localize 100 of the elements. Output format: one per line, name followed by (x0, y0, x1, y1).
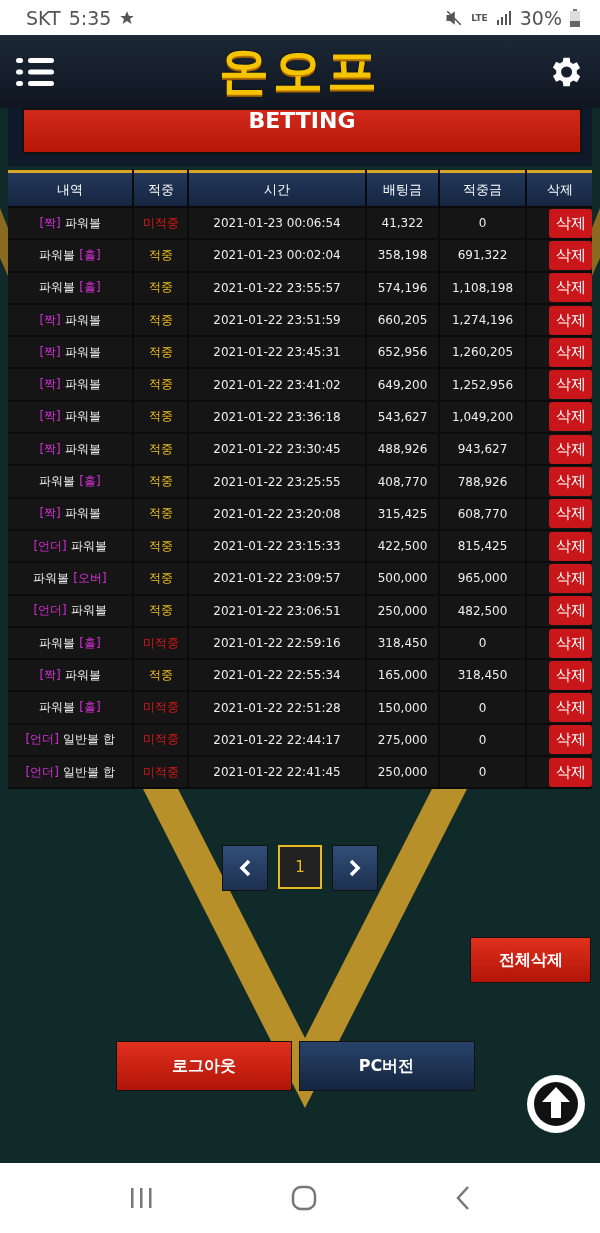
bet-amount-cell: 150,000 (367, 692, 438, 723)
betting-banner[interactable]: BETTING (22, 108, 582, 154)
history-cell: [언더] 파워볼 (8, 595, 132, 626)
payout-cell: 1,252,956 (440, 369, 525, 400)
result-cell: 적중 (134, 530, 187, 562)
time-cell: 2021-01-22 22:44:17 (189, 724, 365, 756)
time-cell: 2021-01-22 23:25:55 (189, 466, 365, 497)
home-icon[interactable] (291, 1185, 317, 1211)
previous-page-button[interactable] (222, 845, 268, 892)
history-cell: 파워볼 [오버] (8, 563, 132, 594)
result-cell: 적중 (134, 240, 187, 271)
payout-cell: 691,322 (440, 240, 525, 271)
time-cell: 2021-01-22 22:55:34 (189, 660, 365, 691)
result-cell: 적중 (134, 272, 187, 303)
result-cell: 적중 (134, 369, 187, 400)
time-cell: 2021-01-22 23:41:02 (189, 369, 365, 400)
payout-cell: 318,450 (440, 660, 525, 691)
carrier-label: SKT (26, 6, 61, 29)
payout-cell: 1,260,205 (440, 337, 525, 368)
result-cell: 적중 (134, 563, 187, 594)
history-cell: [짝] 파워볼 (8, 337, 132, 368)
battery-label: 30% (519, 6, 562, 29)
time-cell: 2021-01-22 23:06:51 (189, 595, 365, 626)
bet-amount-cell: 500,000 (367, 563, 438, 594)
delete-button[interactable]: 삭제 (549, 499, 592, 529)
history-cell: 파워볼 [홀] (8, 627, 132, 659)
delete-button[interactable]: 삭제 (549, 596, 592, 626)
result-cell: 적중 (134, 660, 187, 691)
column-header: 시간 (189, 170, 365, 206)
payout-cell: 0 (440, 627, 525, 659)
payout-cell: 608,770 (440, 498, 525, 529)
result-cell: 미적중 (134, 692, 187, 723)
history-cell: 파워볼 [홀] (8, 466, 132, 497)
mute-icon (445, 8, 464, 27)
delete-button[interactable]: 삭제 (549, 337, 592, 367)
history-cell: 파워볼 [홀] (8, 272, 132, 303)
delete-button[interactable]: 삭제 (549, 531, 592, 561)
delete-button[interactable]: 삭제 (549, 305, 592, 335)
payout-cell: 965,000 (440, 563, 525, 594)
bet-amount-cell: 250,000 (367, 595, 438, 626)
result-cell: 미적중 (134, 724, 187, 756)
battery-icon (570, 8, 580, 27)
delete-button[interactable]: 삭제 (549, 563, 592, 593)
history-cell: [언더] 일반볼 합 (8, 757, 132, 788)
recent-apps-icon[interactable] (129, 1187, 153, 1209)
bet-amount-cell: 315,425 (367, 498, 438, 529)
next-page-button[interactable] (332, 845, 378, 892)
delete-button[interactable]: 삭제 (549, 434, 592, 464)
bet-amount-cell: 422,500 (367, 530, 438, 562)
column-header: 삭제 (527, 170, 592, 206)
signal-icon (495, 9, 512, 26)
time-cell: 2021-01-22 22:51:28 (189, 692, 365, 723)
logout-button[interactable]: 로그아웃 (115, 1041, 292, 1092)
bet-amount-cell: 41,322 (367, 208, 438, 239)
delete-button[interactable]: 삭제 (549, 660, 592, 690)
bet-amount-cell: 250,000 (367, 757, 438, 788)
delete-button[interactable]: 삭제 (549, 240, 592, 270)
payout-cell: 0 (440, 724, 525, 756)
page-button[interactable]: 1 (278, 845, 322, 890)
menu-icon[interactable] (16, 56, 54, 87)
bet-amount-cell: 652,956 (367, 337, 438, 368)
delete-button[interactable]: 삭제 (549, 208, 592, 238)
delete-all-button[interactable]: 전체삭제 (470, 937, 591, 984)
delete-button[interactable]: 삭제 (549, 693, 592, 723)
time-cell: 2021-01-22 22:41:45 (189, 757, 365, 788)
payout-cell: 0 (440, 208, 525, 239)
network-label: LTE (471, 12, 488, 23)
history-cell: [언더] 일반볼 합 (8, 724, 132, 756)
delete-button[interactable]: 삭제 (549, 628, 592, 658)
time-cell: 2021-01-23 00:06:54 (189, 208, 365, 239)
time-cell: 2021-01-22 23:36:18 (189, 401, 365, 433)
delete-button[interactable]: 삭제 (549, 370, 592, 400)
history-cell: [짝] 파워볼 (8, 304, 132, 336)
result-cell: 적중 (134, 434, 187, 465)
payout-cell: 0 (440, 757, 525, 788)
result-cell: 적중 (134, 498, 187, 529)
history-cell: [짝] 파워볼 (8, 498, 132, 529)
history-cell: [언더] 파워볼 (8, 530, 132, 562)
delete-button[interactable]: 삭제 (549, 467, 592, 496)
delete-button[interactable]: 삭제 (549, 725, 592, 755)
bet-amount-cell: 574,196 (367, 272, 438, 303)
delete-button[interactable]: 삭제 (549, 757, 592, 787)
delete-button[interactable]: 삭제 (549, 273, 592, 303)
result-cell: 적중 (134, 595, 187, 626)
bet-amount-cell: 408,770 (367, 466, 438, 497)
scroll-top-icon[interactable] (525, 1073, 587, 1135)
bet-amount-cell: 660,205 (367, 304, 438, 336)
column-header: 적중 (134, 170, 187, 206)
pc-version-button[interactable]: PC버전 (298, 1041, 475, 1092)
history-cell: 파워볼 [홀] (8, 240, 132, 271)
bet-amount-cell: 165,000 (367, 660, 438, 691)
clock: 5:35 (68, 6, 112, 29)
column-header: 배팅금 (367, 170, 438, 206)
delete-button[interactable]: 삭제 (549, 402, 592, 432)
payout-cell: 482,500 (440, 595, 525, 626)
history-cell: [짝] 파워볼 (8, 208, 132, 239)
bet-amount-cell: 649,200 (367, 369, 438, 400)
time-cell: 2021-01-22 23:20:08 (189, 498, 365, 529)
time-cell: 2021-01-23 00:02:04 (189, 240, 365, 271)
back-icon[interactable] (455, 1185, 471, 1211)
